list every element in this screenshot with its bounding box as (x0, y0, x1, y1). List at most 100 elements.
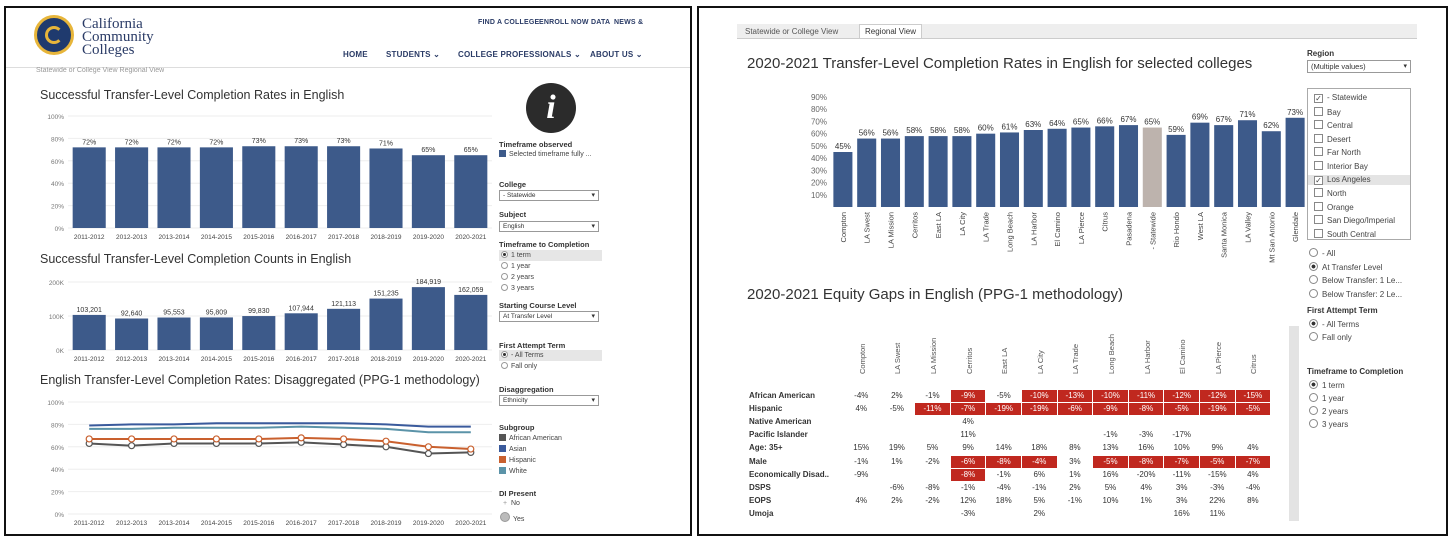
ttc-option-1-year[interactable]: 1 year (501, 262, 530, 270)
region-option[interactable]: North (1314, 188, 1347, 198)
region-option[interactable]: Desert (1314, 133, 1351, 144)
nav-college-professionals[interactable]: COLLEGE PROFESSIONALS ⌄ (458, 50, 581, 59)
table-cell (1058, 429, 1093, 441)
region-option-label: Desert (1327, 134, 1351, 144)
college-dropdown[interactable]: - Statewide (499, 190, 599, 201)
di-option-no[interactable]: + No (503, 500, 520, 507)
region-option[interactable]: Interior Bay (1314, 161, 1368, 171)
checkbox-icon[interactable]: ✓ (1314, 94, 1323, 103)
table-cell: 19% (888, 443, 905, 453)
radio-icon[interactable] (1309, 275, 1318, 284)
region-option[interactable]: Orange (1314, 201, 1354, 212)
bar-value-label: 73% (294, 138, 308, 145)
di-option-yes[interactable]: Yes (500, 512, 524, 523)
checkbox-icon[interactable] (1314, 147, 1323, 157)
table-scrollbar[interactable] (1289, 326, 1299, 521)
info-icon[interactable]: i (526, 83, 576, 133)
checkbox-icon[interactable] (1314, 120, 1323, 130)
tab-statewide-or-college[interactable]: Statewide or College View (741, 25, 842, 38)
level-option[interactable]: Below Transfer: 1 Le... (1309, 275, 1402, 285)
bar-value-label: 103,201 (77, 307, 102, 314)
r-ttc-1-term[interactable]: 1 term (1309, 380, 1345, 390)
starting-level-dropdown[interactable]: At Transfer Level (499, 311, 599, 322)
nav-about-us[interactable]: ABOUT US ⌄ (590, 50, 643, 59)
level-option[interactable]: - All (1309, 248, 1335, 258)
table-cell: -5% (1164, 403, 1199, 416)
region-option[interactable]: San Diego/Imperial (1314, 215, 1395, 225)
tab-regional-view[interactable]: Regional View (859, 24, 922, 38)
bar (880, 138, 901, 207)
level-option[interactable]: Below Transfer: 2 Le... (1309, 288, 1402, 299)
nav-home[interactable]: HOME (343, 50, 368, 59)
table-cell (844, 508, 879, 520)
table-row-label: Economically Disad.. (749, 469, 830, 479)
nav-students[interactable]: STUDENTS ⌄ (386, 50, 440, 59)
table-cell: 16% (1138, 443, 1155, 453)
level-option[interactable]: At Transfer Level (1309, 261, 1383, 272)
timeframe-legend: Selected timeframe fully ... (499, 150, 591, 158)
checkbox-icon[interactable]: ✓ (1314, 175, 1323, 185)
site-header: California Community Colleges FIND A COL… (6, 8, 690, 68)
fat-option-all-terms[interactable]: - All Terms (501, 351, 544, 359)
ttc-option-2-years[interactable]: 2 years (501, 273, 534, 281)
table-cell (915, 429, 950, 441)
checkbox-icon[interactable] (1314, 229, 1323, 238)
radio-icon[interactable] (1309, 288, 1318, 298)
x-tick-label: - Statewide (1148, 212, 1157, 250)
table-cell: 4% (855, 495, 868, 505)
r-ttc-1-year[interactable]: 1 year (1309, 393, 1344, 403)
table-cell (986, 508, 1021, 520)
region-option-label: Central (1327, 121, 1353, 131)
table-cell: 14% (995, 443, 1012, 453)
subject-dropdown[interactable]: English (499, 221, 599, 232)
checkbox-icon[interactable] (1314, 188, 1323, 198)
topnav-data[interactable]: DATA (591, 19, 610, 26)
checkbox-icon[interactable] (1314, 215, 1323, 225)
x-tick-label: 2020-2021 (455, 356, 486, 363)
region-option[interactable]: South Central (1314, 229, 1376, 239)
region-option[interactable]: Far North (1314, 147, 1361, 157)
radio-icon[interactable] (1309, 261, 1318, 271)
table-cell: -1% (960, 482, 976, 492)
level-option-label: At Transfer Level (1322, 262, 1383, 272)
x-tick-label: LA Pierce (1077, 212, 1086, 244)
y-tick-label: 70% (811, 117, 827, 126)
bar (199, 147, 233, 228)
region-option[interactable]: ✓ Los Angeles (1308, 174, 1410, 185)
ttc-option-3-years[interactable]: 3 years (501, 284, 534, 292)
y-tick-label: 0K (56, 348, 65, 355)
table-cell: -15% (1235, 390, 1271, 402)
x-tick-label: 2012-2013 (116, 520, 147, 527)
r-fat-all-terms[interactable]: - All Terms (1309, 319, 1359, 329)
disaggregation-dropdown[interactable]: Ethnicity (499, 395, 599, 406)
checkbox-icon[interactable] (1314, 201, 1323, 211)
table-cell (844, 482, 879, 494)
x-tick-label: El Camino (1053, 212, 1062, 247)
topnav-news[interactable]: NEWS & (614, 19, 643, 26)
checkbox-icon[interactable] (1314, 106, 1323, 116)
table-cell: 15% (853, 443, 870, 453)
r-fat-fall-only[interactable]: Fall only (1309, 332, 1352, 342)
r-ttc-2-years[interactable]: 2 years (1309, 406, 1348, 416)
cccco-logo-icon[interactable] (34, 15, 74, 55)
region-dropdown[interactable]: (Multiple values) (1307, 60, 1411, 73)
x-tick-label: 2016-2017 (286, 356, 317, 363)
fat-option-fall-only[interactable]: Fall only (501, 362, 537, 370)
region-option[interactable]: Central (1314, 120, 1353, 130)
radio-icon[interactable] (1309, 248, 1318, 257)
topnav-enroll-now[interactable]: ENROLL NOW (539, 19, 589, 26)
checkbox-icon[interactable] (1314, 133, 1323, 143)
bar-value-label: 58% (906, 126, 922, 135)
region-option-label: Orange (1327, 202, 1354, 212)
x-tick-label: East LA (934, 212, 943, 238)
region-option[interactable]: Bay (1314, 106, 1341, 117)
checkbox-icon[interactable] (1314, 161, 1323, 170)
bar-value-label: 65% (1144, 118, 1160, 127)
topnav-find-college[interactable]: FIND A COLLEGE (478, 19, 539, 26)
r-ttc-3-years[interactable]: 3 years (1309, 419, 1348, 429)
table-cell: 12% (960, 495, 977, 505)
ttc-option-1-term[interactable]: 1 term (501, 251, 531, 259)
series-point (85, 435, 93, 443)
region-option[interactable]: ✓ - Statewide (1314, 93, 1367, 103)
bar-value-label: 162,059 (458, 287, 483, 294)
